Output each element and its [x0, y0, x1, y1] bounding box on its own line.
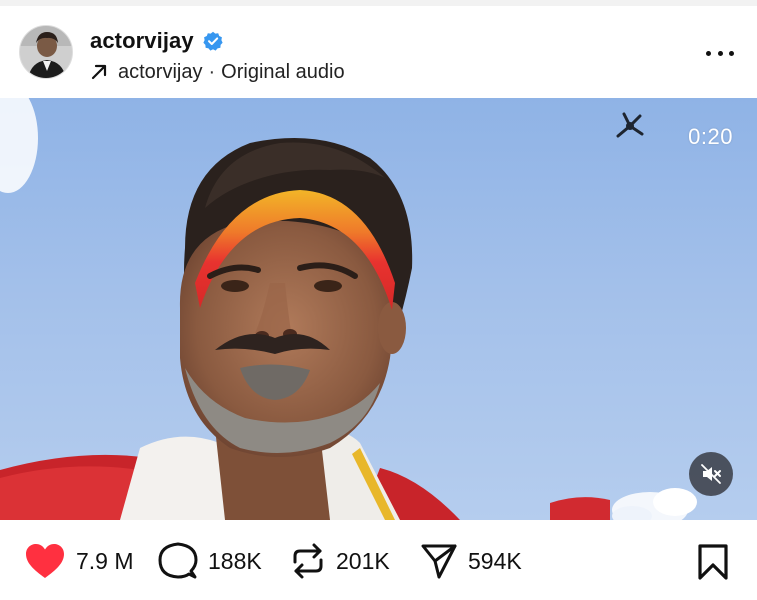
speaker-muted-icon: [701, 464, 721, 484]
video-frame: [0, 98, 697, 520]
repost-icon: [293, 543, 323, 579]
comment-bubble-icon: [158, 542, 198, 579]
repost-button[interactable]: 201K: [290, 542, 390, 580]
profile-avatar[interactable]: [19, 25, 73, 79]
username[interactable]: actorvijay: [90, 28, 194, 54]
action-bar: 7.9 M 188K 201K 594K: [0, 520, 757, 600]
more-horizontal-icon-dot: [729, 50, 734, 56]
comment-button[interactable]: 188K: [158, 542, 262, 580]
audio-author[interactable]: actorvijay: [118, 61, 202, 84]
repost-count[interactable]: 201K: [336, 548, 390, 575]
username-row: actorvijay: [90, 27, 223, 55]
audio-separator: ·: [208, 60, 216, 83]
bookmark-icon: [698, 544, 728, 580]
audio-title[interactable]: Original audio: [221, 61, 344, 84]
arrow-up-right-icon: [90, 63, 108, 81]
share-button[interactable]: 594K: [420, 542, 522, 580]
verified-badge-icon: [203, 31, 223, 51]
video-player[interactable]: 0:20: [0, 98, 757, 520]
mute-toggle-button[interactable]: [689, 452, 733, 496]
heart-icon: [26, 544, 64, 578]
more-horizontal-icon-dot: [706, 50, 711, 56]
like-button[interactable]: 7.9 M: [24, 542, 134, 580]
more-horizontal-icon-dot: [717, 50, 723, 56]
video-timestamp: 0:20: [688, 124, 733, 149]
post-header: actorvijay actorvijay · Original audio: [0, 6, 757, 98]
drone: [616, 112, 644, 138]
avatar-image: [20, 26, 72, 78]
like-count[interactable]: 7.9 M: [76, 548, 134, 575]
more-options-button[interactable]: [702, 43, 738, 63]
audio-attribution[interactable]: actorvijay · Original audio: [90, 59, 345, 85]
save-button[interactable]: [694, 542, 732, 582]
share-count[interactable]: 594K: [468, 548, 522, 575]
comment-count[interactable]: 188K: [208, 548, 262, 575]
paper-plane-icon: [421, 544, 457, 579]
